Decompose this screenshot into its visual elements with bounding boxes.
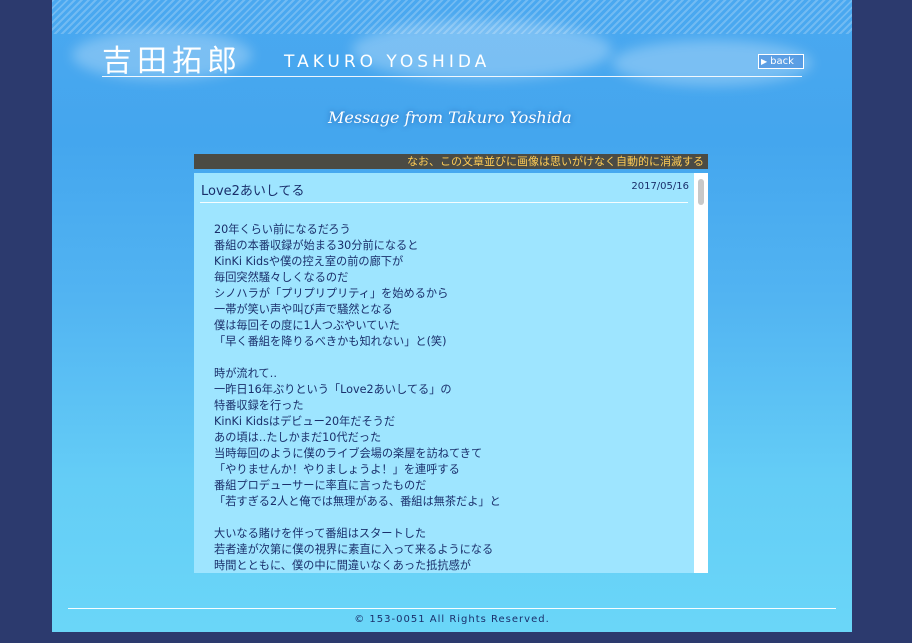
message-panel[interactable]: Love2あいしてる 2017/05/16 20年くらい前になるだろう番組の本番… — [194, 173, 708, 573]
header-divider — [102, 76, 802, 77]
post-line: 若者達が次第に僕の視界に素直に入って来るようになる — [214, 543, 494, 556]
site-title-english: TAKURO YOSHIDA — [284, 52, 491, 72]
scrollbar-thumb[interactable] — [698, 179, 704, 205]
post-line: 番組プロデューサーに率直に言ったものだ — [214, 479, 427, 492]
post-line: 特番収録を行った — [214, 399, 304, 412]
back-label: back — [770, 56, 794, 67]
post-line: 番組の本番収録が始まる30分前になると — [214, 239, 419, 252]
post-date: 2017/05/16 — [631, 181, 689, 192]
post-line: シノハラが「プリプリプリティ」を始めるから — [214, 287, 449, 300]
post-line: 大いなる賭けを伴って番組はスタートした — [214, 527, 427, 540]
site-title-japanese: 吉田拓郎 — [102, 44, 242, 79]
post-line: あの頃は‥たしかまだ10代だった — [214, 431, 382, 444]
notice-bar: なお、この文章並びに画像は思いがけなく自動的に消滅する — [194, 154, 708, 169]
post-line: 時が流れて‥ — [214, 367, 278, 380]
post-line: 時間とともに、僕の中に間違いなくあった抵抗感が — [214, 559, 471, 572]
post-divider — [200, 202, 688, 203]
post-line — [214, 350, 684, 366]
play-arrow-icon: ▶ — [761, 57, 768, 66]
post-line: 「やりませんか！やりましょうよ！」を連呼する — [214, 463, 460, 476]
post-line: 20年くらい前になるだろう — [214, 223, 351, 236]
post-line: 一帯が笑い声や叫び声で騒然となる — [214, 303, 393, 316]
post-line: 「早く番組を降りるべきかも知れない」と(笑) — [214, 335, 447, 348]
footer-divider — [68, 608, 836, 609]
back-button[interactable]: ▶ back — [758, 54, 804, 69]
message-heading: Message from Takuro Yoshida — [328, 108, 572, 127]
page-background: 吉田拓郎 TAKURO YOSHIDA ▶ back Message from T… — [52, 0, 852, 632]
copyright-text: © 153-0051 All Rights Reserved. — [354, 614, 550, 625]
post-line: 一昨日16年ぶりという「Love2あいしてる」の — [214, 383, 452, 396]
post-line — [214, 510, 684, 526]
post-line: 「若すぎる2人と俺では無理がある、番組は無茶だよ」と — [214, 495, 501, 508]
post-line: KinKi Kidsや僕の控え室の前の廊下が — [214, 255, 404, 268]
post-body: 20年くらい前になるだろう番組の本番収録が始まる30分前になると KinKi Ki… — [214, 222, 684, 573]
post-line: KinKi Kidsはデビュー20年だそうだ — [214, 415, 396, 428]
post-line: 毎回突然騒々しくなるのだ — [214, 271, 349, 284]
notice-text: なお、この文章並びに画像は思いがけなく自動的に消滅する — [407, 155, 704, 168]
post-title: Love2あいしてる — [201, 184, 305, 199]
post-line: 僕は毎回その度に1人つぶやいていた — [214, 319, 400, 332]
scrollbar[interactable] — [694, 173, 708, 573]
post-line: 当時毎回のように僕のライブ会場の楽屋を訪ねてきて — [214, 447, 483, 460]
